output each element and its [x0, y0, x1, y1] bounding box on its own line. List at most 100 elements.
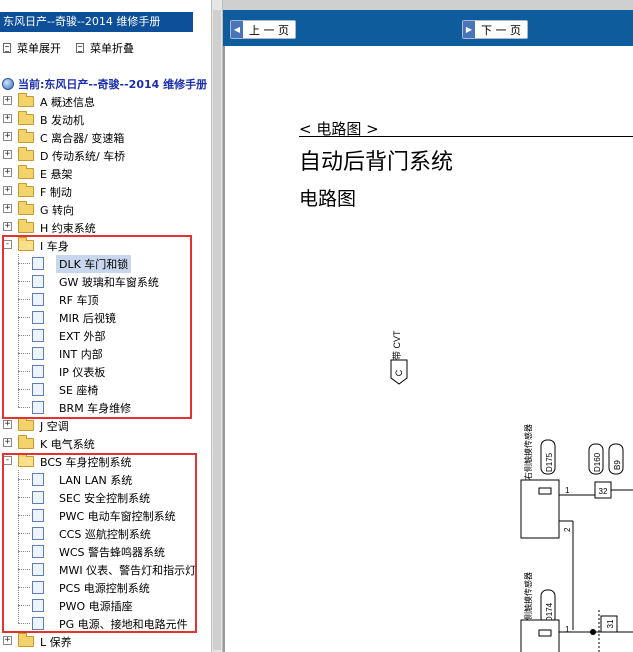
tree-item-label: A 概述信息 — [40, 96, 96, 109]
tree-item-label: K 电气系统 — [40, 438, 95, 451]
tree-leaf-label: SEC 安全控制系统 — [59, 492, 151, 505]
tree-leaf-label: BRM 车身维修 — [59, 402, 132, 415]
tree-leaf[interactable]: DLK 车门和锁 — [0, 254, 211, 273]
tree-leaf[interactable]: GW 玻璃和车窗系统 — [0, 272, 211, 290]
open-folder-icon — [18, 237, 34, 251]
tree-connector — [18, 605, 30, 606]
plus-icon[interactable]: + — [3, 204, 12, 213]
tree-connector — [18, 353, 30, 354]
page-icon — [32, 401, 44, 414]
plus-icon[interactable]: + — [3, 636, 12, 645]
document-subtitle: 电路图 — [299, 188, 357, 210]
tree-leaf[interactable]: PG 电源、接地和电路元件 — [0, 614, 211, 632]
tree-leaf[interactable]: MIR 后视镜 — [0, 308, 211, 326]
tree-leaf[interactable]: RF 车顶 — [0, 290, 211, 308]
tree-leaf[interactable]: PWC 电动车窗控制系统 — [0, 506, 211, 524]
tree-leaf[interactable]: LAN LAN 系统 — [0, 470, 211, 488]
folder-icon — [18, 183, 34, 197]
tree-leaf[interactable]: IP 仪表板 — [0, 362, 211, 380]
page-icon — [32, 365, 44, 378]
tree-leaf-label: GW 玻璃和车窗系统 — [59, 276, 159, 289]
navigation-pane: 东风日产--奇骏--2014 维修手册 菜单展开 菜单折叠 当前:东风日产--奇… — [0, 0, 211, 652]
plus-icon[interactable]: + — [3, 96, 12, 105]
tree-leaf[interactable]: EXT 外部 — [0, 326, 211, 344]
folder-icon — [18, 129, 34, 143]
tree-leaf[interactable]: MWI 仪表、警告灯和指示灯 — [0, 560, 211, 578]
tree-leaf-label: EXT 外部 — [59, 330, 106, 343]
plus-icon[interactable]: + — [3, 114, 12, 123]
tree-item-l[interactable]: + L 保养 — [0, 632, 211, 650]
arrow-left-icon: ◀ — [231, 21, 243, 38]
tree-leaf[interactable]: SEC 安全控制系统 — [0, 488, 211, 506]
tree-item-label: L 保养 — [40, 636, 72, 649]
tree-connector — [18, 389, 30, 390]
tree-leaf[interactable]: WCS 警告蜂鸣器系统 — [0, 542, 211, 560]
sensor-1-switch — [538, 487, 552, 495]
tree-leaf[interactable]: PWO 电源插座 — [0, 596, 211, 614]
tree-item-label: G 转向 — [40, 204, 75, 217]
tree-connector — [18, 587, 30, 588]
sensor-1-label: 右侧触摸传感器 — [523, 424, 533, 480]
previous-page-button[interactable]: ◀ 上 一 页 — [230, 20, 296, 39]
pane-splitter[interactable] — [211, 0, 223, 652]
tree-root[interactable]: 当前:东风日产--奇骏--2014 维修手册 — [2, 76, 207, 92]
tree-leaf[interactable]: SE 座椅 — [0, 380, 211, 398]
tree-connector — [18, 551, 30, 552]
page-icon — [32, 491, 44, 504]
connector-d175: D175 — [545, 452, 554, 472]
folder-icon — [18, 435, 34, 449]
menu-collapse-label: 菜单折叠 — [90, 42, 134, 55]
wire-31: 31 — [606, 619, 615, 628]
circuit-diagram: 带 CVT C 右侧触摸传感器 D175 1 2 D160 B9 32 左侧触摸… — [390, 330, 633, 652]
plus-icon[interactable]: + — [3, 150, 12, 159]
tree-leaf-label: PWC 电动车窗控制系统 — [59, 510, 176, 523]
page-icon — [32, 509, 44, 522]
globe-icon — [2, 78, 14, 90]
minus-icon[interactable]: - — [3, 240, 12, 249]
menu-collapse-link[interactable]: 菜单折叠 — [76, 40, 134, 56]
content-pane: ◀ 上 一 页 ▶ 下 一 页 < 电路图 > 自动后背门系统 电路图 带 CV… — [223, 10, 633, 652]
tree-item-h[interactable]: + H 约束系统 — [0, 218, 211, 236]
tree-item-e[interactable]: + E 悬架 — [0, 164, 211, 182]
page-icon — [32, 473, 44, 486]
tree-leaf[interactable]: BRM 车身维修 — [0, 398, 211, 416]
tree-leaf[interactable]: INT 内部 — [0, 344, 211, 362]
menu-expand-link[interactable]: 菜单展开 — [3, 40, 61, 56]
plus-icon[interactable]: + — [3, 168, 12, 177]
tree-item-f[interactable]: + F 制动 — [0, 182, 211, 200]
tree-leaf[interactable]: PCS 电源控制系统 — [0, 578, 211, 596]
tree-item-bcs[interactable]: - BCS 车身控制系统 — [0, 452, 211, 470]
plus-icon[interactable]: + — [3, 438, 12, 447]
next-page-button[interactable]: ▶ 下 一 页 — [462, 20, 528, 39]
tree-item-g[interactable]: + G 转向 — [0, 200, 211, 218]
page-icon — [32, 257, 44, 270]
tree-leaf-label: INT 内部 — [59, 348, 103, 361]
cvt-tag: C — [394, 369, 404, 376]
tree-connector — [18, 515, 30, 516]
tree-leaf-label: PCS 电源控制系统 — [59, 582, 150, 595]
tree-item-k[interactable]: + K 电气系统 — [0, 434, 211, 452]
tree-leaf-label: CCS 巡航控制系统 — [59, 528, 151, 541]
plus-icon[interactable]: + — [3, 222, 12, 231]
folder-icon — [18, 165, 34, 179]
tree-item-a[interactable]: + A 概述信息 — [0, 92, 211, 110]
tree-connector — [18, 371, 30, 372]
scrollbar-thumb[interactable] — [213, 10, 221, 650]
minus-icon[interactable]: - — [3, 456, 12, 465]
tree-item-d[interactable]: + D 传动系统/ 车桥 — [0, 146, 211, 164]
tree-item-i[interactable]: - I 车身 — [0, 236, 211, 254]
plus-icon[interactable]: + — [3, 420, 12, 429]
tree-root-label: 当前:东风日产--奇骏--2014 维修手册 — [18, 78, 208, 91]
tree-item-c[interactable]: + C 离合器/ 变速箱 — [0, 128, 211, 146]
plus-icon[interactable]: + — [3, 132, 12, 141]
tree-item-j[interactable]: + J 空调 — [0, 416, 211, 434]
page-icon — [32, 599, 44, 612]
tree-leaf-label: RF 车顶 — [59, 294, 99, 307]
tree-item-b[interactable]: + B 发动机 — [0, 110, 211, 128]
tree-item-label: J 空调 — [40, 420, 69, 433]
tree-leaf[interactable]: CCS 巡航控制系统 — [0, 524, 211, 542]
cvt-label: 带 CVT — [392, 330, 402, 360]
plus-icon[interactable]: + — [3, 186, 12, 195]
folder-icon — [18, 93, 34, 107]
tree-connector — [18, 263, 30, 264]
